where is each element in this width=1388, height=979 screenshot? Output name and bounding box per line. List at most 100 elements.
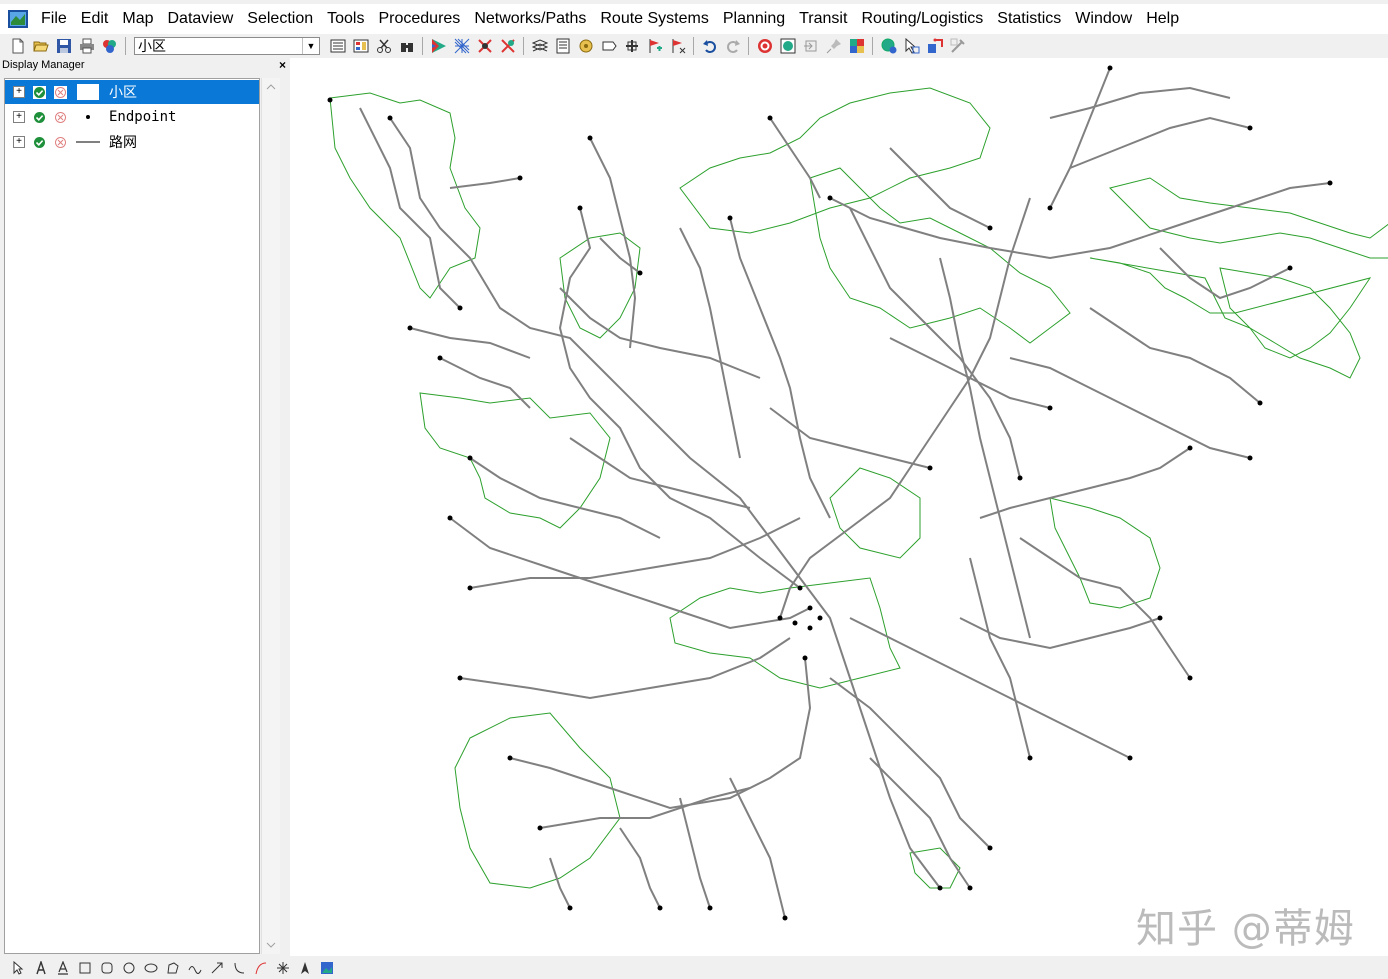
target-icon[interactable] bbox=[754, 36, 776, 56]
cursor-icon[interactable] bbox=[901, 36, 923, 56]
endpoint bbox=[987, 845, 993, 851]
dataview-icon[interactable] bbox=[552, 36, 574, 56]
route-icon[interactable] bbox=[924, 36, 946, 56]
endpoint bbox=[637, 270, 643, 276]
layer-list-scrollbar[interactable] bbox=[261, 78, 280, 954]
selection-icon[interactable] bbox=[497, 36, 519, 56]
zoom-globe-icon[interactable] bbox=[777, 36, 799, 56]
theme-icon[interactable] bbox=[428, 36, 450, 56]
km-icon[interactable] bbox=[621, 36, 643, 56]
scissors-icon[interactable] bbox=[373, 36, 395, 56]
rounded-rect-icon[interactable] bbox=[96, 958, 118, 978]
menu-help[interactable]: Help bbox=[1139, 4, 1186, 34]
hide-layer-icon[interactable] bbox=[54, 111, 67, 124]
layer-row-xiaoqu[interactable]: + 小区 bbox=[5, 80, 259, 104]
road-line bbox=[729, 777, 786, 919]
new-file-icon[interactable] bbox=[7, 36, 29, 56]
road-line bbox=[589, 137, 637, 349]
endpoint bbox=[1257, 400, 1263, 406]
globe-icon[interactable] bbox=[878, 36, 900, 56]
menu-transit[interactable]: Transit bbox=[792, 4, 854, 34]
visible-check-icon[interactable] bbox=[33, 136, 46, 149]
fill-icon[interactable] bbox=[474, 36, 496, 56]
menu-routing-logistics[interactable]: Routing/Logistics bbox=[854, 4, 990, 34]
endpoint bbox=[1247, 125, 1253, 131]
save-icon[interactable] bbox=[53, 36, 75, 56]
import-icon[interactable] bbox=[800, 36, 822, 56]
menu-statistics[interactable]: Statistics bbox=[990, 4, 1068, 34]
arc-icon[interactable] bbox=[228, 958, 250, 978]
road-line bbox=[389, 117, 941, 889]
scroll-up-icon[interactable] bbox=[266, 82, 276, 92]
flag-add-icon[interactable] bbox=[644, 36, 666, 56]
endpoint bbox=[1187, 675, 1193, 681]
circle-icon[interactable] bbox=[118, 958, 140, 978]
label-icon[interactable] bbox=[575, 36, 597, 56]
layer-list-icon[interactable] bbox=[327, 36, 349, 56]
pointer-icon[interactable] bbox=[8, 958, 30, 978]
menu-networks-paths[interactable]: Networks/Paths bbox=[467, 4, 593, 34]
endpoint bbox=[407, 325, 413, 331]
text-icon[interactable] bbox=[30, 958, 52, 978]
expand-icon[interactable]: + bbox=[13, 111, 25, 123]
scroll-down-icon[interactable] bbox=[266, 940, 276, 950]
app-logo-icon bbox=[8, 10, 28, 28]
grid-icon[interactable] bbox=[846, 36, 868, 56]
print-icon[interactable] bbox=[76, 36, 98, 56]
map-canvas[interactable] bbox=[290, 58, 1388, 956]
arrow-icon[interactable] bbox=[206, 958, 228, 978]
expand-icon[interactable]: + bbox=[13, 136, 25, 148]
visible-check-icon[interactable] bbox=[33, 111, 46, 124]
endpoint bbox=[457, 305, 463, 311]
open-folder-icon[interactable] bbox=[30, 36, 52, 56]
layer-select-dropdown[interactable]: 小区 ▼ bbox=[134, 37, 320, 55]
tag-icon[interactable] bbox=[598, 36, 620, 56]
menu-procedures[interactable]: Procedures bbox=[371, 4, 467, 34]
ellipse-icon[interactable] bbox=[140, 958, 162, 978]
zone-polygon bbox=[1109, 177, 1388, 259]
visible-check-icon[interactable] bbox=[33, 85, 46, 99]
menu-route-systems[interactable]: Route Systems bbox=[593, 4, 715, 34]
pattern-icon[interactable] bbox=[451, 36, 473, 56]
expand-icon[interactable]: + bbox=[13, 86, 25, 98]
menu-tools[interactable]: Tools bbox=[320, 4, 371, 34]
rectangle-icon[interactable] bbox=[74, 958, 96, 978]
menu-planning[interactable]: Planning bbox=[716, 4, 792, 34]
layer-row-endpoint[interactable]: + Endpoint bbox=[5, 105, 259, 129]
star-icon[interactable] bbox=[272, 958, 294, 978]
chevron-down-icon[interactable]: ▼ bbox=[302, 38, 319, 54]
road-line bbox=[569, 437, 751, 509]
menu-file[interactable]: File bbox=[34, 4, 74, 34]
menu-dataview[interactable]: Dataview bbox=[160, 4, 240, 34]
pin-icon[interactable] bbox=[823, 36, 845, 56]
bezier-icon[interactable] bbox=[250, 958, 272, 978]
zone-polygon bbox=[669, 577, 901, 689]
road-line bbox=[449, 177, 521, 189]
tool-icon[interactable] bbox=[947, 36, 969, 56]
curve-icon[interactable] bbox=[184, 958, 206, 978]
road-line bbox=[449, 517, 811, 630]
freehand-shape-icon[interactable] bbox=[162, 958, 184, 978]
close-icon[interactable]: × bbox=[279, 58, 286, 72]
road-network bbox=[359, 67, 1331, 919]
redo-icon[interactable] bbox=[722, 36, 744, 56]
binoculars-icon[interactable] bbox=[396, 36, 418, 56]
hide-layer-icon[interactable] bbox=[54, 136, 67, 149]
north-arrow-icon[interactable] bbox=[294, 958, 316, 978]
map-drawing[interactable] bbox=[290, 58, 1388, 956]
undo-icon[interactable] bbox=[699, 36, 721, 56]
endpoint bbox=[537, 825, 543, 831]
underline-text-icon[interactable] bbox=[52, 958, 74, 978]
flag-remove-icon[interactable] bbox=[667, 36, 689, 56]
menu-selection[interactable]: Selection bbox=[240, 4, 320, 34]
hide-layer-icon[interactable] bbox=[54, 85, 67, 99]
layer-row-luwang[interactable]: + 路网 bbox=[5, 130, 259, 154]
legend-icon[interactable] bbox=[350, 36, 372, 56]
road-line bbox=[359, 107, 461, 309]
image-icon[interactable] bbox=[316, 958, 338, 978]
map-layers-icon[interactable] bbox=[99, 36, 121, 56]
layers-icon[interactable] bbox=[529, 36, 551, 56]
menu-edit[interactable]: Edit bbox=[74, 4, 116, 34]
menu-map[interactable]: Map bbox=[115, 4, 160, 34]
menu-window[interactable]: Window bbox=[1068, 4, 1139, 34]
